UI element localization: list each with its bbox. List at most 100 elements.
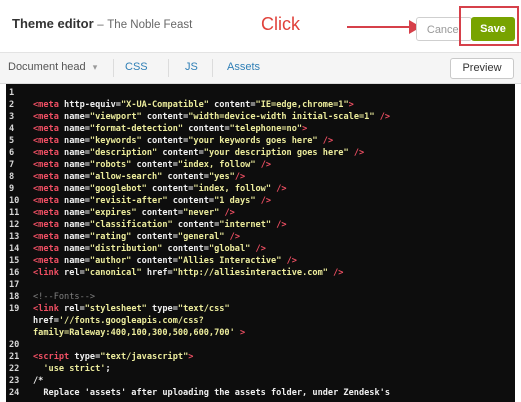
line-number: 2 (9, 100, 15, 110)
code-token: <meta (33, 220, 65, 230)
code-token: "telephone=no" (229, 124, 303, 134)
code-token: /> (250, 244, 266, 254)
code-token: "your description goes here" (203, 148, 349, 158)
line-number: 8 (9, 172, 15, 182)
line-number: 15 (9, 256, 20, 266)
code-token: /> (374, 112, 391, 122)
code-token: <meta (33, 136, 65, 146)
line-code: <meta http-equiv="X-UA-Compatible" conte… (33, 99, 354, 111)
code-token: /> (271, 184, 287, 194)
line-code: <meta name="format-detection" content="t… (33, 123, 307, 135)
code-token: "googlebot" (89, 184, 147, 194)
line-number: 21 (9, 352, 20, 362)
code-token: <meta (33, 256, 65, 266)
line-code: /* (33, 375, 43, 387)
code-token: content= (162, 172, 209, 182)
code-token: "classification" (89, 220, 173, 230)
code-token: name= (64, 220, 90, 230)
code-token: name= (64, 244, 90, 254)
line-code: <meta name="allow-search" content="yes"/… (33, 171, 245, 183)
code-token: content= (146, 184, 194, 194)
line-code: <meta name="rating" content="general" /> (33, 231, 240, 243)
annotation-highlight-box (459, 6, 519, 46)
code-editor[interactable]: 1 2 <meta http-equiv="X-UA-Compatible" con… (6, 84, 515, 402)
code-token: <meta (33, 184, 65, 194)
code-token: /> (271, 220, 287, 230)
code-token: content= (136, 208, 184, 218)
line-number: 23 (9, 376, 20, 386)
code-token: "text/css" (177, 304, 230, 314)
code-token: <meta (33, 148, 65, 158)
line-number: 4 (9, 124, 15, 134)
line-number: 1 (9, 88, 15, 98)
line-code: family=Raleway:400,100,300,500,600,700' … (33, 327, 245, 339)
code-token: type= (74, 352, 101, 362)
code-token: /> (255, 196, 272, 206)
line-number: 6 (9, 148, 15, 158)
title-main: Theme editor (12, 16, 94, 31)
code-token: name= (64, 124, 90, 134)
code-token: content= (131, 256, 178, 266)
code-token: /> (224, 232, 241, 242)
code-token: > (234, 328, 246, 338)
tab-assets[interactable]: Assets (227, 61, 260, 73)
code-token: <meta (33, 196, 65, 206)
line-number: 12 (9, 220, 20, 230)
page-title: Theme editor – The Noble Feast (12, 16, 192, 31)
line-code: <!--Fonts--> (33, 291, 95, 303)
code-token: name= (64, 160, 90, 170)
code-token: "global" (208, 244, 251, 254)
code-token: content= (167, 196, 215, 206)
line-number: 3 (9, 112, 15, 122)
code-token: "general" (177, 232, 225, 242)
code-token: <!--Fonts--> (33, 292, 96, 302)
annotation-arrow-shaft (347, 26, 417, 28)
line-code: <meta name="distribution" content="globa… (33, 243, 266, 255)
title-separator: – (97, 19, 104, 31)
code-token: <meta (33, 124, 65, 134)
line-code: <meta name="googlebot" content="index, f… (33, 183, 287, 195)
preview-button[interactable]: Preview (450, 58, 514, 79)
code-token: /> (327, 268, 344, 278)
code-token: rel= (64, 304, 85, 314)
line-number: 10 (9, 196, 20, 206)
tab-document-head[interactable]: Document head ▾ (8, 61, 97, 73)
code-token: /* (33, 376, 44, 386)
line-code: <meta name="author" content="Allies Inte… (33, 255, 297, 267)
code-token: content= (131, 160, 178, 170)
code-token: <meta (33, 112, 65, 122)
code-token: > (348, 100, 354, 110)
code-token: "http://alliesinteractive.com" (172, 268, 328, 278)
line-number: 9 (9, 184, 15, 194)
code-token: > (188, 352, 194, 362)
line-number: 14 (9, 244, 20, 254)
code-token: "format-detection" (89, 124, 184, 134)
code-token: "viewport" (89, 112, 142, 122)
code-token: name= (64, 184, 90, 194)
code-token: <meta (33, 244, 65, 254)
code-token: "IE=edge,chrome=1" (255, 100, 349, 110)
code-token: content= (162, 244, 209, 254)
code-token: name= (64, 172, 90, 182)
code-token: content= (141, 136, 189, 146)
line-code: <link rel="stylesheet" type="text/css" (33, 303, 230, 315)
line-code: Replace 'assets' after uploading the ass… (33, 387, 390, 399)
code-token: name= (64, 232, 90, 242)
code-token: "Allies Interactive" (177, 256, 282, 266)
code-token: "author" (89, 256, 132, 266)
code-token: /> (219, 208, 235, 218)
tab-css[interactable]: CSS (125, 61, 148, 73)
line-code: href='//fonts.googleapis.com/css? (33, 315, 204, 327)
code-token: /> (348, 148, 365, 158)
line-number: 19 (9, 304, 20, 314)
code-token: "distribution" (89, 244, 163, 254)
code-token: "yes" (208, 172, 235, 182)
line-code: <meta name="robots" content="index, foll… (33, 159, 271, 171)
line-code: <meta name="description" content="your d… (33, 147, 364, 159)
code-token: content= (131, 232, 178, 242)
line-number: 5 (9, 136, 15, 146)
tab-js[interactable]: JS (185, 61, 198, 73)
line-code: <meta name="revisit-after" content="1 da… (33, 195, 271, 207)
code-token: href= (141, 268, 173, 278)
code-token: /> (281, 256, 297, 266)
